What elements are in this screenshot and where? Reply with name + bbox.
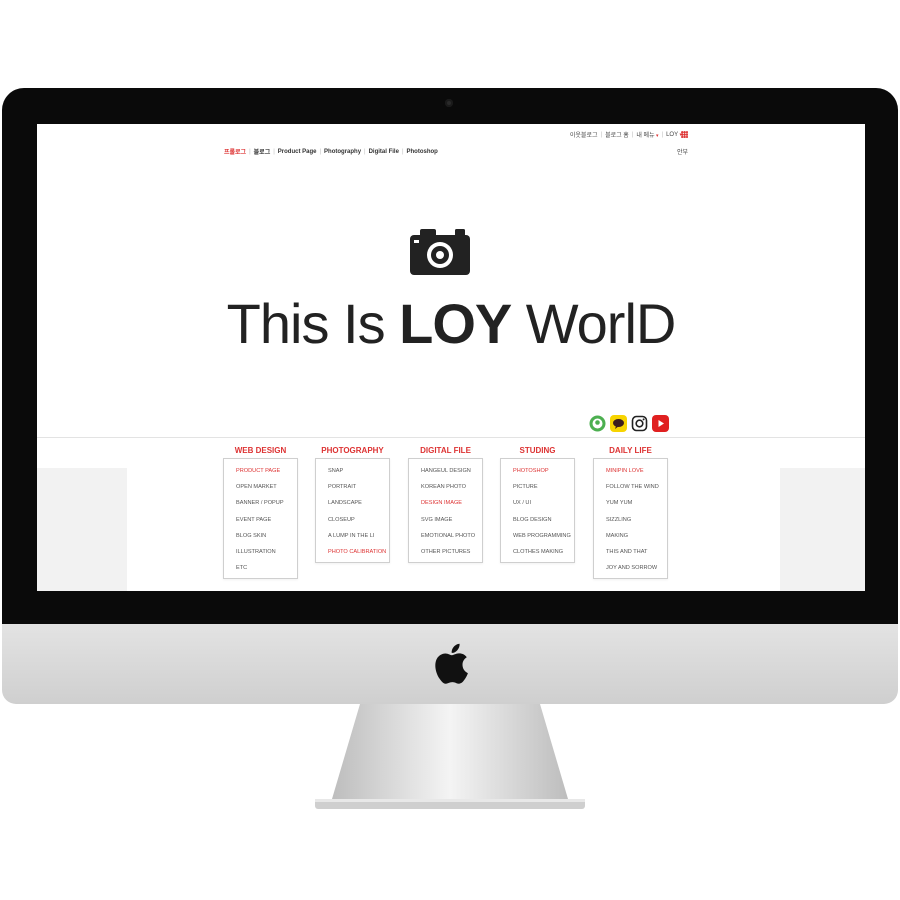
category-item[interactable]: THIS AND THAT bbox=[606, 544, 667, 560]
top-link[interactable]: 이웃블로그 bbox=[567, 130, 601, 139]
category-item[interactable]: PORTRAIT bbox=[328, 479, 389, 495]
category-dropdown: MINIPIN LOVE FOLLOW THE WIND YUM YUM SIZZLI… bbox=[593, 458, 668, 580]
category-column: STUDING PHOTOSHOP PICTURE UX / UI BLOG DESIG… bbox=[500, 446, 575, 564]
nav-item[interactable]: Photoshop bbox=[407, 149, 438, 155]
category-item[interactable]: FOLLOW THE WIND bbox=[606, 479, 667, 495]
category-item[interactable]: YUM YUM bbox=[606, 495, 667, 511]
category-column: PHOTOGRAPHY SNAP PORTRAIT LANDSCAPE CLOSEUP A… bbox=[315, 446, 390, 564]
separator: | bbox=[319, 148, 322, 155]
camera-icon bbox=[410, 229, 470, 275]
top-link[interactable]: 내 메뉴 bbox=[633, 130, 661, 139]
category-item[interactable]: EVENT PAGE bbox=[236, 512, 297, 528]
category-title[interactable]: DIGITAL FILE bbox=[408, 446, 483, 455]
monitor-stand bbox=[315, 704, 585, 809]
category-item[interactable]: BLOG DESIGN bbox=[513, 512, 574, 528]
menu-side-left bbox=[37, 468, 127, 591]
category-title[interactable]: DAILY LIFE bbox=[593, 446, 668, 455]
category-item[interactable]: LANDSCAPE bbox=[328, 495, 389, 511]
nav-item[interactable]: 프롤로그 bbox=[224, 147, 246, 156]
category-item[interactable]: EMOTIONAL PHOTO bbox=[421, 528, 482, 544]
category-column: DAILY LIFE MINIPIN LOVE FOLLOW THE WIND YUM… bbox=[593, 446, 668, 580]
separator: | bbox=[273, 148, 275, 155]
screen: 이웃블로그|블로그 홈|내 메뉴|LOY 프롤로그|블로그|Product Pa… bbox=[37, 124, 865, 591]
profile-icon[interactable] bbox=[589, 415, 606, 432]
hero-title-bold: LOY bbox=[399, 292, 512, 355]
separator: | bbox=[249, 148, 251, 155]
category-item[interactable]: PHOTOSHOP bbox=[513, 463, 574, 479]
divider bbox=[37, 437, 865, 438]
category-dropdown: SNAP PORTRAIT LANDSCAPE CLOSEUP A LUMP IN TH… bbox=[315, 458, 390, 564]
login-link[interactable]: 안부 bbox=[677, 147, 688, 156]
category-item[interactable]: KOREAN PHOTO bbox=[421, 479, 482, 495]
apple-logo-icon bbox=[435, 643, 468, 684]
hero-title-part: This Is bbox=[226, 292, 400, 355]
nav-item[interactable]: Digital File bbox=[369, 149, 399, 155]
nav-item[interactable]: Photography bbox=[324, 149, 361, 155]
webcam-icon bbox=[445, 99, 453, 107]
nav-item[interactable]: Product Page bbox=[278, 149, 317, 155]
nav-item[interactable]: 블로그 bbox=[254, 147, 271, 156]
category-item[interactable]: CLOSEUP bbox=[328, 512, 389, 528]
category-item[interactable]: SIZZLING bbox=[606, 512, 667, 528]
social-links bbox=[589, 415, 669, 432]
category-item[interactable]: HANGEUL DESIGN bbox=[421, 463, 482, 479]
instagram-icon[interactable] bbox=[631, 415, 648, 432]
category-item[interactable]: WEB PROGRAMMING bbox=[513, 528, 574, 544]
category-column: DIGITAL FILE HANGEUL DESIGN KOREAN PHOTO DE… bbox=[408, 446, 483, 564]
category-item[interactable]: UX / UI bbox=[513, 495, 574, 511]
separator: | bbox=[401, 148, 404, 155]
category-dropdown: PHOTOSHOP PICTURE UX / UI BLOG DESIGN WEB PR… bbox=[500, 458, 575, 564]
category-dropdown: PRODUCT PAGE OPEN MARKET BANNER / POPUP EVE… bbox=[223, 458, 298, 580]
category-item[interactable]: OTHER PICTURES bbox=[421, 544, 482, 560]
apps-grid-icon[interactable] bbox=[681, 131, 688, 138]
top-links: 이웃블로그|블로그 홈|내 메뉴|LOY bbox=[567, 130, 685, 140]
category-item[interactable]: CLOTHES MAKING bbox=[513, 544, 574, 560]
category-item[interactable]: PICTURE bbox=[513, 479, 574, 495]
hero-title-part: WorlD bbox=[511, 292, 677, 355]
category-title[interactable]: PHOTOGRAPHY bbox=[315, 446, 390, 455]
category-item[interactable]: OPEN MARKET bbox=[236, 479, 297, 495]
category-item[interactable]: JOY AND SORROW bbox=[606, 560, 667, 576]
category-title[interactable]: STUDING bbox=[500, 446, 575, 455]
category-item[interactable]: DESIGN IMAGE bbox=[421, 495, 482, 511]
category-item[interactable]: PHOTO CALIBRATION bbox=[328, 544, 389, 560]
category-item[interactable]: A LUMP IN THE LI bbox=[328, 528, 389, 544]
category-item[interactable]: BANNER / POPUP bbox=[236, 495, 297, 511]
top-link[interactable]: 블로그 홈 bbox=[602, 130, 632, 139]
chat-icon[interactable] bbox=[610, 415, 627, 432]
category-item[interactable]: MINIPIN LOVE bbox=[606, 463, 667, 479]
category-item[interactable]: ETC bbox=[236, 560, 297, 576]
category-title[interactable]: WEB DESIGN bbox=[223, 446, 298, 455]
category-item[interactable]: MAKING bbox=[606, 528, 667, 544]
category-item[interactable]: SNAP bbox=[328, 463, 389, 479]
category-item[interactable]: ILLUSTRATION bbox=[236, 544, 297, 560]
category-item[interactable]: BLOG SKIN bbox=[236, 528, 297, 544]
category-dropdown: HANGEUL DESIGN KOREAN PHOTO DESIGN IMAGE SV… bbox=[408, 458, 483, 564]
category-item[interactable]: PRODUCT PAGE bbox=[236, 463, 297, 479]
youtube-icon[interactable] bbox=[652, 415, 669, 432]
menu-side-right bbox=[780, 468, 865, 591]
category-item[interactable]: SVG IMAGE bbox=[421, 512, 482, 528]
separator: | bbox=[364, 148, 366, 155]
category-column: WEB DESIGN PRODUCT PAGE OPEN MARKET BANNER … bbox=[223, 446, 298, 580]
hero-title: This Is LOY WorlD bbox=[37, 291, 865, 356]
main-nav: 프롤로그 | 블로그 | Product Page | Photography | Digita… bbox=[224, 147, 438, 157]
